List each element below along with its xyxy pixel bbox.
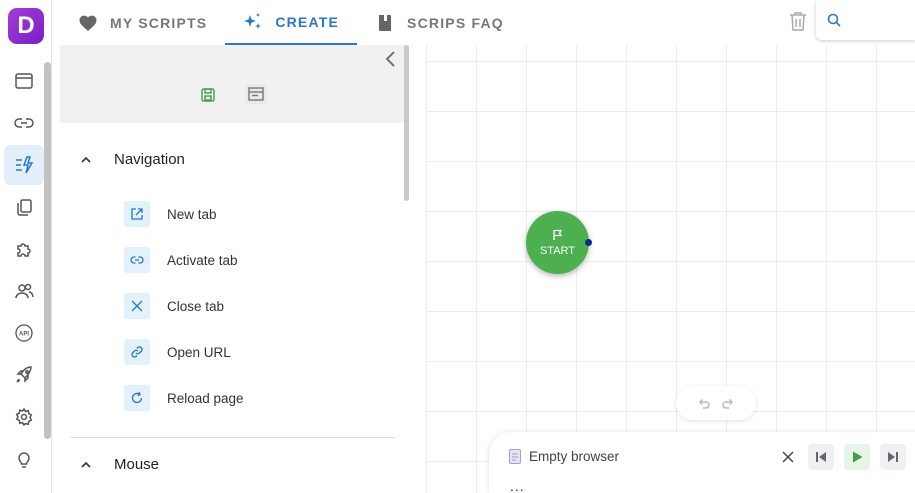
- svg-text:API: API: [19, 332, 29, 338]
- skip-forward-icon: [888, 452, 898, 462]
- undo-icon[interactable]: [697, 396, 711, 410]
- chevron-up-icon: [81, 156, 91, 163]
- action-label: Reload page: [167, 390, 244, 406]
- action-close-tab[interactable]: Close tab: [124, 293, 224, 319]
- action-label: Activate tab: [167, 252, 238, 268]
- skip-back-icon: [816, 452, 826, 462]
- puzzle-icon[interactable]: [4, 229, 44, 269]
- play-icon: [853, 451, 863, 463]
- open-external-icon: [124, 201, 150, 227]
- tab-create[interactable]: CREATE: [225, 0, 358, 45]
- link-chain-icon: [124, 339, 150, 365]
- more-options[interactable]: ...: [510, 478, 525, 493]
- search-input[interactable]: [848, 8, 908, 32]
- document-icon: [509, 449, 521, 464]
- tab-scrips-faq[interactable]: SCRIPS FAQ: [357, 0, 522, 45]
- trash-icon[interactable]: [788, 10, 808, 32]
- rocket-icon[interactable]: [4, 355, 44, 395]
- icon-rail: D API: [0, 0, 52, 493]
- action-activate-tab[interactable]: Activate tab: [124, 247, 238, 273]
- link-icon: [124, 247, 150, 273]
- browser-label: Empty browser: [529, 449, 620, 464]
- browser-window-icon[interactable]: [4, 61, 44, 101]
- undo-redo-bar: [676, 386, 756, 420]
- step-forward-button[interactable]: [880, 444, 906, 470]
- panel-scrollbar[interactable]: [404, 45, 409, 201]
- close-icon[interactable]: [782, 451, 794, 463]
- users-icon[interactable]: [4, 271, 44, 311]
- app-logo[interactable]: D: [8, 8, 44, 44]
- rail-scrollbar[interactable]: [44, 62, 51, 439]
- action-reload-page[interactable]: Reload page: [124, 385, 244, 411]
- start-node-handle[interactable]: [585, 239, 592, 246]
- tab-label: SCRIPS FAQ: [407, 14, 504, 31]
- form-icon[interactable]: [245, 84, 267, 104]
- link-icon[interactable]: [4, 103, 44, 143]
- section-divider: [70, 437, 395, 438]
- section-label: Navigation: [114, 151, 185, 168]
- flag-icon: [552, 229, 562, 240]
- reload-icon: [124, 385, 150, 411]
- action-open-url[interactable]: Open URL: [124, 339, 231, 365]
- search-icon: [827, 13, 841, 27]
- panel-toolbar: [60, 45, 405, 123]
- chevron-up-icon: [81, 461, 91, 468]
- create-icon[interactable]: [4, 145, 44, 185]
- redo-icon[interactable]: [721, 396, 735, 410]
- book-icon: [379, 14, 392, 31]
- action-label: Open URL: [167, 344, 231, 360]
- browser-player: Empty browser ...: [489, 432, 915, 493]
- section-label: Mouse: [114, 456, 160, 473]
- section-mouse[interactable]: Mouse: [80, 456, 159, 473]
- action-label: New tab: [167, 206, 217, 222]
- action-label: Close tab: [167, 298, 225, 314]
- collapse-panel-icon[interactable]: [382, 50, 400, 68]
- action-new-tab[interactable]: New tab: [124, 201, 217, 227]
- save-icon[interactable]: [199, 86, 217, 104]
- top-tabs: MY SCRIPTS CREATE SCRIPS FAQ: [60, 0, 522, 45]
- settings-icon[interactable]: [4, 397, 44, 437]
- api-icon[interactable]: API: [4, 313, 44, 353]
- section-navigation[interactable]: Navigation: [80, 151, 185, 168]
- step-back-button[interactable]: [808, 444, 834, 470]
- close-icon: [124, 293, 150, 319]
- start-label: START: [539, 244, 576, 257]
- tab-label: MY SCRIPTS: [110, 14, 208, 31]
- start-node[interactable]: START: [526, 211, 589, 274]
- copy-icon[interactable]: [4, 187, 44, 227]
- play-button[interactable]: [844, 444, 870, 470]
- search-box: [816, 0, 915, 40]
- flow-canvas[interactable]: [426, 45, 915, 493]
- app-root: D API MY SCRIPTS CREATE SCRIPS FAQ Navig…: [0, 0, 915, 493]
- lightbulb-icon[interactable]: [4, 439, 44, 479]
- tab-label: CREATE: [275, 13, 340, 30]
- tab-my-scripts[interactable]: MY SCRIPTS: [60, 0, 225, 45]
- sparkle-icon: [244, 12, 262, 29]
- heart-icon: [79, 15, 97, 31]
